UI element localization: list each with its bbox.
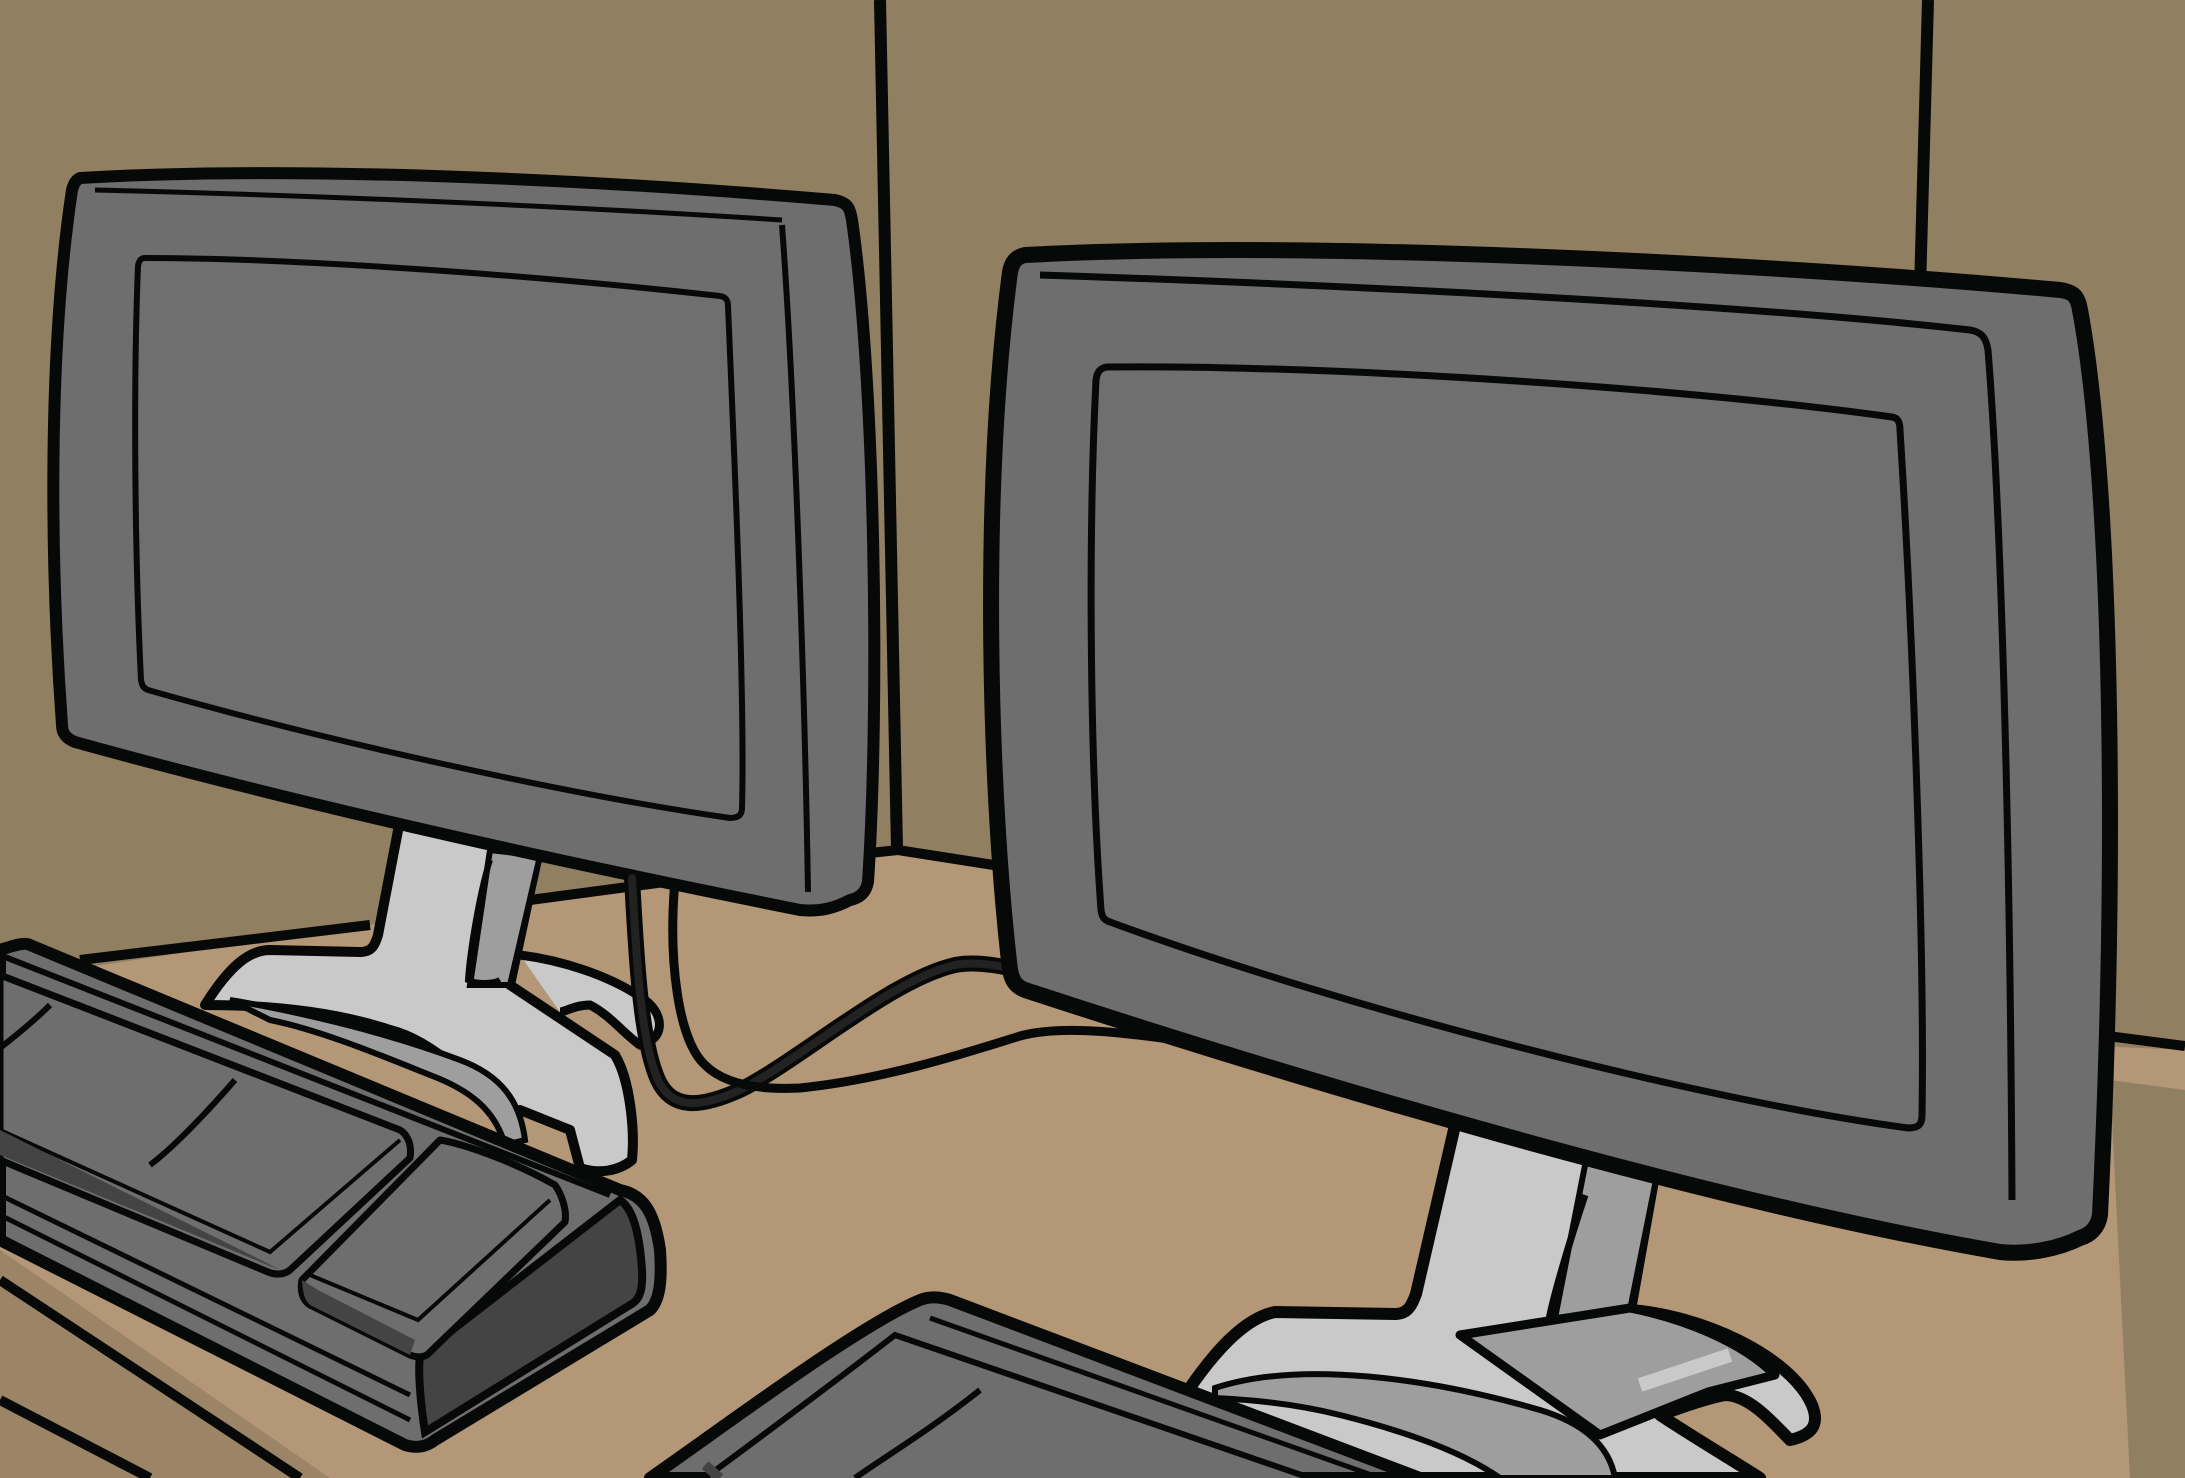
wall-partition-right bbox=[1914, 0, 1934, 291]
illustration-dual-monitors bbox=[0, 0, 2185, 1478]
